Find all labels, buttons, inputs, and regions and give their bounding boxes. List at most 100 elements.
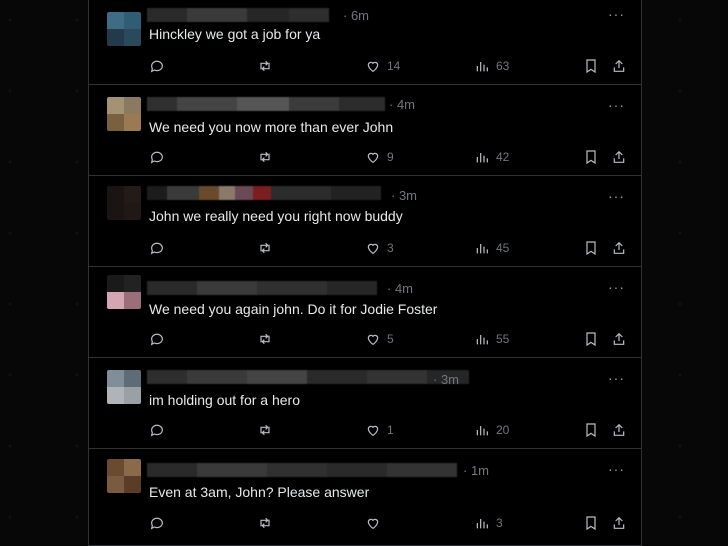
heart-icon	[367, 334, 379, 346]
heart-icon	[367, 152, 379, 164]
bookmark-icon	[586, 332, 596, 347]
share-button[interactable]	[611, 147, 627, 167]
retweet-icon	[260, 60, 270, 72]
heart-icon	[367, 425, 379, 437]
avatar[interactable]	[107, 186, 141, 220]
bookmark-button[interactable]	[583, 56, 599, 76]
bookmark-button[interactable]	[583, 238, 599, 258]
share-icon	[613, 332, 625, 345]
avatar[interactable]	[107, 97, 141, 131]
tweet-text: John we really need you right now buddy	[149, 208, 403, 224]
heart-icon	[367, 61, 379, 73]
reply-button[interactable]	[149, 238, 165, 258]
like-button[interactable]	[365, 513, 387, 533]
blurred-username	[147, 463, 457, 477]
reply-tweet[interactable]: · 3m ··· im holding out for a hero 1 20	[89, 358, 641, 449]
more-options-icon[interactable]: ···	[608, 461, 625, 477]
reply-button[interactable]	[149, 56, 165, 76]
views-icon	[476, 335, 488, 345]
reply-tweet[interactable]: · 6m ··· Hinckley we got a job for ya 14…	[89, 0, 641, 85]
share-icon	[613, 59, 625, 72]
views-button[interactable]: 42	[474, 147, 509, 167]
views-count: 55	[496, 332, 510, 346]
share-icon	[613, 150, 625, 163]
timestamp[interactable]: · 4m	[389, 97, 415, 112]
views-button[interactable]: 55	[474, 329, 509, 349]
bookmark-button[interactable]	[583, 513, 599, 533]
heart-icon	[367, 518, 379, 530]
bookmark-icon	[586, 150, 596, 165]
views-button[interactable]: 45	[474, 238, 509, 258]
share-icon	[613, 516, 625, 529]
avatar[interactable]	[107, 459, 141, 493]
bookmark-button[interactable]	[583, 147, 599, 167]
retweet-button[interactable]	[257, 238, 273, 258]
bookmark-button[interactable]	[583, 329, 599, 349]
views-icon	[476, 426, 488, 436]
retweet-icon	[260, 151, 270, 163]
share-button[interactable]	[611, 420, 627, 440]
avatar[interactable]	[107, 275, 141, 309]
avatar[interactable]	[107, 12, 141, 46]
more-options-icon[interactable]: ···	[608, 279, 625, 295]
reply-tweet[interactable]: · 4m ··· We need you now more than ever …	[89, 85, 641, 176]
views-button[interactable]: 20	[474, 420, 509, 440]
action-bar: 14 63	[149, 56, 627, 76]
reply-button[interactable]	[149, 329, 165, 349]
views-button[interactable]: 63	[474, 56, 509, 76]
tweet-text: We need you again john. Do it for Jodie …	[149, 301, 438, 317]
retweet-button[interactable]	[257, 329, 273, 349]
reply-icon	[150, 517, 163, 530]
tweet-text: Hinckley we got a job for ya	[149, 26, 321, 42]
timestamp[interactable]: · 1m	[463, 463, 489, 478]
share-button[interactable]	[611, 513, 627, 533]
like-count: 9	[387, 150, 394, 164]
reply-button[interactable]	[149, 513, 165, 533]
views-count: 45	[496, 241, 510, 255]
reply-button[interactable]	[149, 147, 165, 167]
blurred-username	[147, 186, 381, 200]
timestamp[interactable]: · 6m	[343, 8, 369, 23]
action-bar: 3	[149, 513, 627, 533]
bookmark-button[interactable]	[583, 420, 599, 440]
views-icon	[476, 62, 488, 72]
reply-button[interactable]	[149, 420, 165, 440]
views-icon	[476, 244, 488, 254]
more-options-icon[interactable]: ···	[608, 370, 625, 386]
tweet-text: We need you now more than ever John	[149, 119, 394, 135]
reply-tweet[interactable]: · 1m ··· Even at 3am, John? Please answe…	[89, 449, 641, 546]
retweet-button[interactable]	[257, 147, 273, 167]
like-button[interactable]: 9	[365, 147, 394, 167]
retweet-button[interactable]	[257, 420, 273, 440]
views-button[interactable]: 3	[474, 513, 503, 533]
like-count: 5	[387, 332, 394, 346]
views-count: 20	[496, 423, 510, 437]
share-button[interactable]	[611, 56, 627, 76]
like-button[interactable]: 5	[365, 329, 394, 349]
reply-icon	[150, 424, 163, 437]
action-bar: 1 20	[149, 420, 627, 440]
retweet-button[interactable]	[257, 56, 273, 76]
like-button[interactable]: 3	[365, 238, 394, 258]
blurred-username	[147, 97, 385, 111]
reply-tweet[interactable]: · 3m ··· John we really need you right n…	[89, 176, 641, 267]
more-options-icon[interactable]: ···	[608, 188, 625, 204]
retweet-button[interactable]	[257, 513, 273, 533]
views-count: 3	[496, 516, 503, 530]
views-icon	[476, 519, 488, 529]
share-button[interactable]	[611, 329, 627, 349]
more-options-icon[interactable]: ···	[608, 97, 625, 113]
blurred-username	[147, 370, 469, 384]
timestamp[interactable]: · 3m	[433, 372, 459, 387]
bookmark-icon	[586, 516, 596, 531]
more-options-icon[interactable]: ···	[608, 6, 625, 22]
timestamp[interactable]: · 4m	[387, 281, 413, 296]
like-button[interactable]: 14	[365, 56, 400, 76]
share-button[interactable]	[611, 238, 627, 258]
timestamp[interactable]: · 3m	[391, 188, 417, 203]
avatar[interactable]	[107, 370, 141, 404]
retweet-icon	[260, 242, 270, 254]
bookmark-icon	[586, 59, 596, 74]
like-button[interactable]: 1	[365, 420, 394, 440]
reply-tweet[interactable]: · 4m ··· We need you again john. Do it f…	[89, 267, 641, 358]
